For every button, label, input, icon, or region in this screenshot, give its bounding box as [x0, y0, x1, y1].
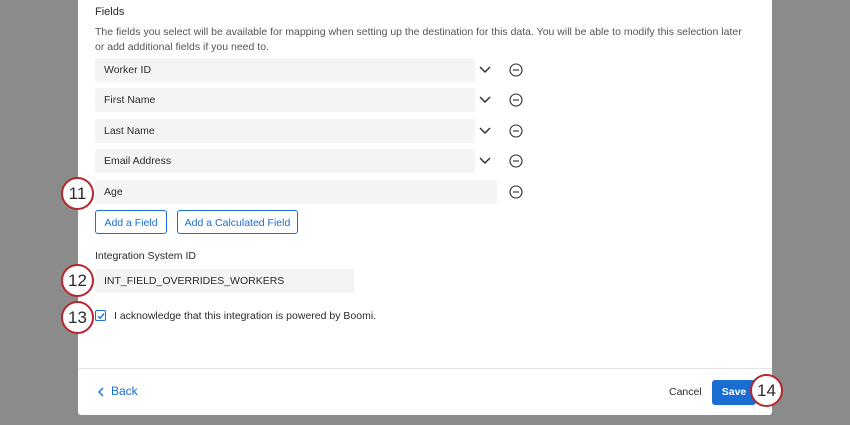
check-icon — [97, 313, 105, 320]
footer-divider — [78, 368, 772, 369]
integration-id-input[interactable]: INT_FIELD_OVERRIDES_WORKERS — [95, 269, 354, 293]
field-select[interactable]: Email Address — [95, 149, 475, 173]
field-text-input[interactable]: Age — [95, 180, 497, 204]
acknowledge-text: I acknowledge that this integration is p… — [114, 310, 377, 322]
remove-field-icon[interactable] — [509, 185, 523, 199]
add-field-button[interactable]: Add a Field — [95, 210, 167, 234]
add-calculated-field-button[interactable]: Add a Calculated Field — [177, 210, 298, 234]
field-select[interactable]: Worker ID — [95, 58, 475, 82]
step-marker: 11 — [61, 177, 94, 210]
remove-field-icon[interactable] — [509, 124, 523, 138]
field-select[interactable]: First Name — [95, 88, 475, 112]
step-marker: 13 — [61, 301, 94, 334]
back-button[interactable]: Back — [97, 384, 138, 398]
chevron-down-icon[interactable] — [478, 125, 492, 137]
step-marker: 12 — [61, 264, 94, 297]
remove-field-icon[interactable] — [509, 93, 523, 107]
field-select[interactable]: Last Name — [95, 119, 475, 143]
back-label: Back — [111, 384, 138, 398]
chevron-left-icon — [98, 387, 104, 397]
remove-field-icon[interactable] — [509, 63, 523, 77]
chevron-down-icon[interactable] — [478, 94, 492, 106]
chevron-down-icon[interactable] — [478, 155, 492, 167]
acknowledge-checkbox[interactable] — [95, 310, 106, 321]
cancel-button[interactable]: Cancel — [669, 386, 702, 398]
integration-dialog: Fields The fields you select will be ava… — [78, 0, 772, 415]
remove-field-icon[interactable] — [509, 154, 523, 168]
integration-id-label: Integration System ID — [95, 250, 196, 262]
fields-title: Fields — [95, 6, 125, 18]
fields-description: The fields you select will be available … — [95, 26, 742, 53]
step-marker: 14 — [750, 374, 783, 407]
chevron-down-icon[interactable] — [478, 64, 492, 76]
